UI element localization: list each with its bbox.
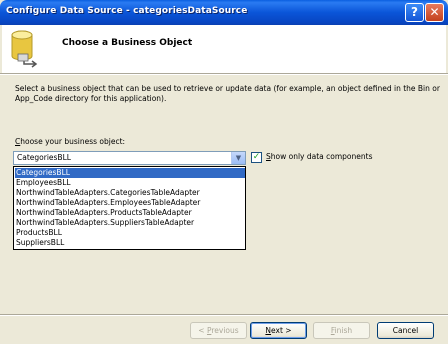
list-item[interactable]: ProductsBLL bbox=[15, 228, 245, 238]
help-button[interactable]: ? bbox=[405, 3, 424, 22]
description-text: Select a business object that can be use… bbox=[15, 84, 440, 103]
finish-label: inish bbox=[334, 326, 353, 335]
close-button[interactable]: ✕ bbox=[425, 3, 444, 22]
business-object-label: Choose your business object: bbox=[15, 137, 125, 146]
business-object-combobox[interactable]: CategoriesBLL ▼ bbox=[13, 151, 246, 165]
label-text: hoose your business object: bbox=[20, 137, 126, 146]
list-item[interactable]: CategoriesBLL bbox=[15, 168, 245, 178]
show-data-components-checkbox[interactable]: ✓ bbox=[251, 152, 262, 163]
finish-button[interactable]: Finish bbox=[313, 322, 370, 339]
previous-label: revious bbox=[211, 326, 239, 335]
configure-data-source-dialog: Configure Data Source - categoriesDataSo… bbox=[0, 0, 448, 344]
list-item[interactable]: EmployeesBLL bbox=[15, 178, 245, 188]
previous-lt: < bbox=[198, 326, 207, 335]
window-title: Configure Data Source - categoriesDataSo… bbox=[6, 6, 248, 16]
combobox-value: CategoriesBLL bbox=[17, 153, 71, 162]
chevron-down-icon[interactable]: ▼ bbox=[231, 152, 245, 164]
cancel-button[interactable]: Cancel bbox=[377, 322, 434, 339]
show-data-components-label[interactable]: Show only data components bbox=[266, 152, 373, 161]
next-button[interactable]: Next > bbox=[250, 322, 307, 339]
title-bar[interactable]: Configure Data Source - categoriesDataSo… bbox=[0, 0, 448, 25]
previous-button[interactable]: < Previous bbox=[190, 322, 247, 339]
list-item[interactable]: NorthwindTableAdapters.CategoriesTableAd… bbox=[15, 188, 245, 198]
wizard-header: Choose a Business Object bbox=[2, 25, 446, 74]
footer-divider bbox=[0, 314, 448, 316]
business-object-dropdown-list[interactable]: CategoriesBLL EmployeesBLL NorthwindTabl… bbox=[13, 166, 246, 250]
list-item[interactable]: NorthwindTableAdapters.SuppliersTableAda… bbox=[15, 218, 245, 228]
next-label: ext > bbox=[271, 326, 292, 335]
list-item[interactable]: SuppliersBLL bbox=[15, 238, 245, 248]
checkbox-label-text: how only data components bbox=[270, 152, 373, 161]
page-title: Choose a Business Object bbox=[62, 38, 193, 48]
list-item[interactable]: NorthwindTableAdapters.ProductsTableAdap… bbox=[15, 208, 245, 218]
database-icon bbox=[11, 30, 38, 68]
list-item[interactable]: NorthwindTableAdapters.EmployeesTableAda… bbox=[15, 198, 245, 208]
header-divider bbox=[0, 73, 448, 75]
